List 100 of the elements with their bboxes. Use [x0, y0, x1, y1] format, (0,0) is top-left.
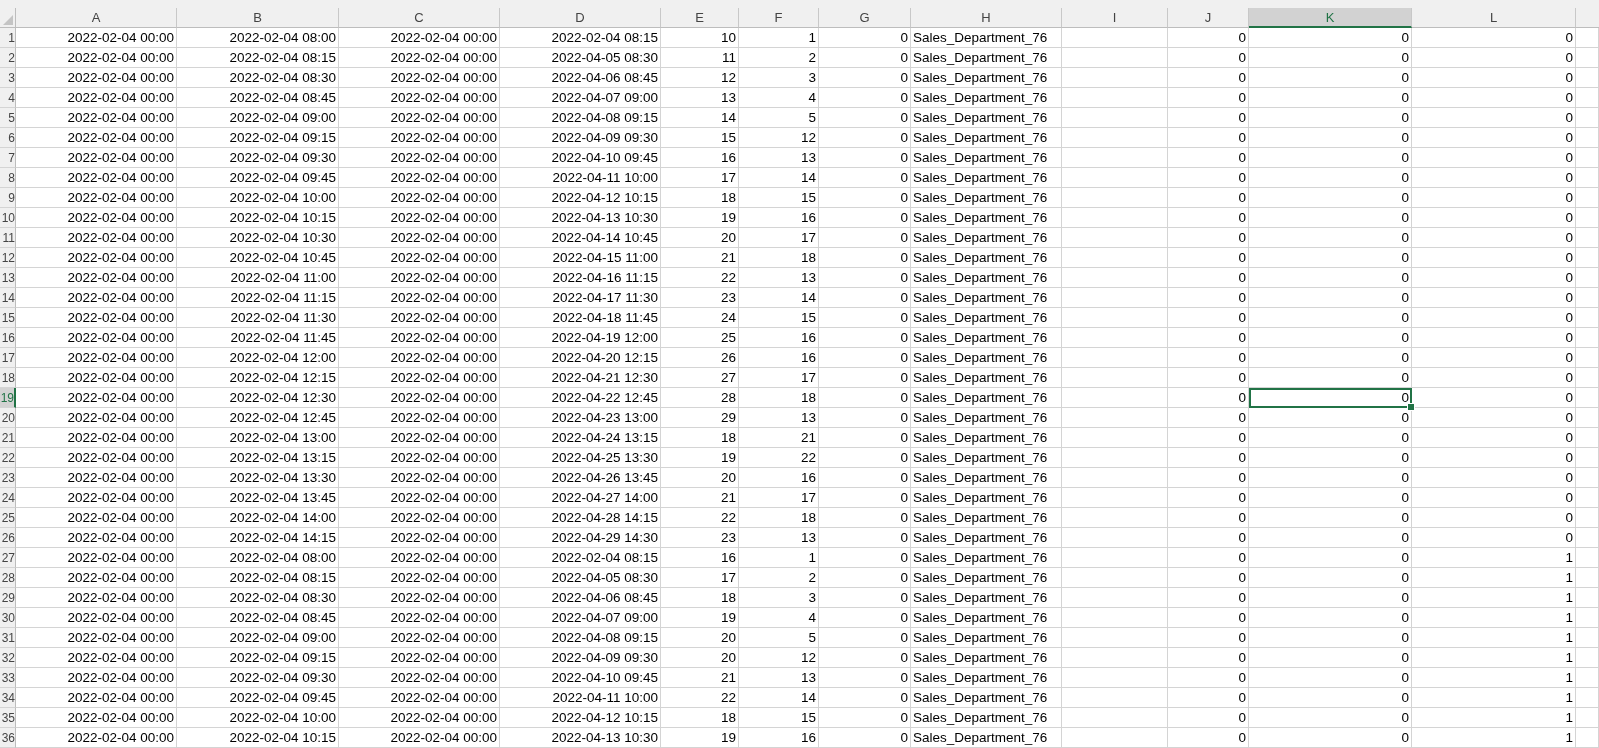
row-header[interactable]: 25 [0, 508, 16, 528]
table-cell: 2022-02-04 12:00 [177, 348, 339, 368]
table-cell: 0 [819, 408, 911, 428]
table-cell: 2022-02-04 00:00 [339, 688, 500, 708]
table-cell: 2022-02-04 00:00 [339, 188, 500, 208]
row-header[interactable]: 17 [0, 348, 16, 368]
row-header[interactable]: 12 [0, 248, 16, 268]
column-header[interactable]: F [739, 8, 819, 28]
row-header[interactable]: 20 [0, 408, 16, 428]
row-header[interactable]: 3 [0, 68, 16, 88]
row-header[interactable]: 22 [0, 448, 16, 468]
row-header[interactable]: 31 [0, 628, 16, 648]
row-header[interactable]: 2 [0, 48, 16, 68]
column-header[interactable]: A [16, 8, 177, 28]
row-header[interactable]: 32 [0, 648, 16, 668]
table-cell: 0 [1412, 208, 1576, 228]
row-header[interactable]: 7 [0, 148, 16, 168]
table-cell: 19 [661, 608, 739, 628]
column-header[interactable]: E [661, 8, 739, 28]
table-cell: 0 [1168, 448, 1249, 468]
table-cell: 2022-04-07 09:00 [500, 608, 661, 628]
column-header[interactable]: C [339, 8, 500, 28]
row-header[interactable]: 4 [0, 88, 16, 108]
row-header[interactable]: 11 [0, 228, 16, 248]
table-cell: 2022-04-08 09:15 [500, 628, 661, 648]
table-cell: 2022-02-04 14:15 [177, 528, 339, 548]
row-header[interactable]: 1 [0, 28, 16, 48]
table-cell: 0 [1412, 148, 1576, 168]
row-header[interactable]: 13 [0, 268, 16, 288]
column-header[interactable]: D [500, 8, 661, 28]
table-cell: 2022-02-04 00:00 [339, 128, 500, 148]
column-header[interactable]: K [1249, 8, 1412, 28]
table-cell: 13 [739, 408, 819, 428]
table-cell: 26 [661, 348, 739, 368]
row-header[interactable]: 9 [0, 188, 16, 208]
column-header[interactable]: B [177, 8, 339, 28]
row-header[interactable]: 30 [0, 608, 16, 628]
selected-cell[interactable]: 0 [1249, 388, 1412, 408]
table-cell: 0 [1249, 668, 1412, 688]
table-cell: 2022-02-04 11:45 [177, 328, 339, 348]
row-header[interactable]: 23 [0, 468, 16, 488]
row-header[interactable]: 8 [0, 168, 16, 188]
table-cell: 0 [1249, 708, 1412, 728]
table-cell: Sales_Department_76 [911, 628, 1062, 648]
row-header[interactable]: 6 [0, 128, 16, 148]
row-header[interactable]: 5 [0, 108, 16, 128]
table-cell: 3 [739, 68, 819, 88]
row-header[interactable]: 27 [0, 548, 16, 568]
row-header[interactable]: 15 [0, 308, 16, 328]
table-cell: 2022-04-06 08:45 [500, 588, 661, 608]
table-cell: 2022-02-04 09:45 [177, 168, 339, 188]
row-header[interactable]: 28 [0, 568, 16, 588]
table-cell: 2022-02-04 12:45 [177, 408, 339, 428]
table-cell: 16 [739, 208, 819, 228]
table-cell: 0 [819, 28, 911, 48]
row-header[interactable]: 26 [0, 528, 16, 548]
row-header[interactable]: 33 [0, 668, 16, 688]
table-cell: 28 [661, 388, 739, 408]
row-header[interactable]: 18 [0, 368, 16, 388]
table-cell: 4 [739, 88, 819, 108]
table-cell: 23 [661, 528, 739, 548]
table-cell: 2022-02-04 00:00 [16, 348, 177, 368]
table-cell: 0 [1249, 648, 1412, 668]
column-header[interactable]: J [1168, 8, 1249, 28]
column-header[interactable]: L [1412, 8, 1576, 28]
table-cell: 0 [819, 148, 911, 168]
table-cell: 0 [1168, 88, 1249, 108]
row-header[interactable]: 16 [0, 328, 16, 348]
table-cell: 2022-02-04 13:30 [177, 468, 339, 488]
table-cell: Sales_Department_76 [911, 268, 1062, 288]
table-cell: 3 [739, 588, 819, 608]
table-cell: Sales_Department_76 [911, 388, 1062, 408]
row-header[interactable]: 14 [0, 288, 16, 308]
row-header[interactable]: 34 [0, 688, 16, 708]
table-cell: Sales_Department_76 [911, 588, 1062, 608]
table-cell: 2022-02-04 00:00 [339, 708, 500, 728]
row-header[interactable]: 24 [0, 488, 16, 508]
column-header[interactable]: G [819, 8, 911, 28]
table-cell: 16 [661, 548, 739, 568]
table-cell: 2022-02-04 00:00 [339, 248, 500, 268]
row-header[interactable]: 10 [0, 208, 16, 228]
table-cell: 0 [819, 688, 911, 708]
table-cell: 0 [1249, 548, 1412, 568]
table-cell: 2022-02-04 09:15 [177, 648, 339, 668]
table-cell: 18 [739, 388, 819, 408]
table-cell: Sales_Department_76 [911, 68, 1062, 88]
row-header[interactable]: 36 [0, 728, 16, 748]
fill-handle[interactable] [1407, 403, 1415, 411]
table-cell: 2022-02-04 00:00 [339, 428, 500, 448]
row-header[interactable]: 19 [0, 388, 16, 408]
column-header[interactable]: I [1062, 8, 1168, 28]
table-cell: 17 [661, 168, 739, 188]
table-cell: 2022-02-04 00:00 [339, 28, 500, 48]
row-header[interactable]: 29 [0, 588, 16, 608]
table-cell: Sales_Department_76 [911, 488, 1062, 508]
column-header[interactable]: H [911, 8, 1062, 28]
row-header[interactable]: 21 [0, 428, 16, 448]
table-cell: 2 [739, 568, 819, 588]
table-cell: 18 [739, 248, 819, 268]
row-header[interactable]: 35 [0, 708, 16, 728]
